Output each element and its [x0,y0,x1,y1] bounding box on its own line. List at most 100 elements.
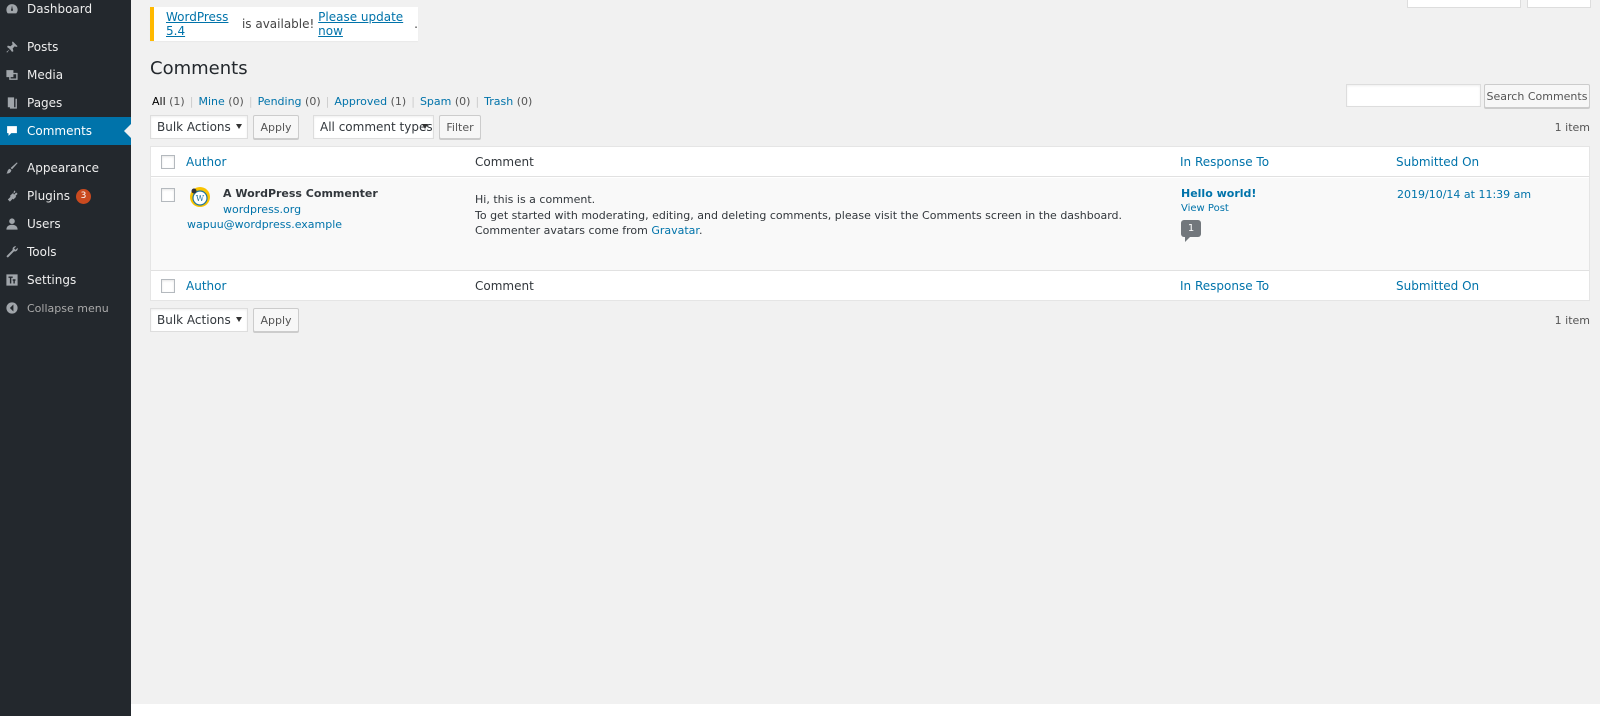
column-comment: Comment [475,155,534,169]
sidebar-item-label: Comments [27,124,93,138]
user-icon [5,217,19,231]
select-all-checkbox[interactable] [161,155,175,169]
sidebar-item-posts[interactable]: Posts [0,33,131,61]
sidebar-item-label: Dashboard [27,2,93,16]
collapse-icon [5,301,19,315]
column-author[interactable]: Author [186,155,226,169]
column-author[interactable]: Author [186,279,226,293]
plug-icon [5,189,19,203]
commenter-avatar: W [190,187,210,207]
sidebar-item-settings[interactable]: Settings [0,266,131,294]
sidebar-item-label: Collapse menu [27,301,109,315]
response-post-link[interactable]: Hello world! [1181,187,1256,200]
filter-count: (1) [169,95,185,108]
search-comments-input[interactable] [1346,84,1481,107]
sidebar-item-plugins[interactable]: Plugins 3 [0,182,131,210]
settings-icon [5,273,19,287]
filter-count: (0) [454,95,471,108]
column-in-response-to[interactable]: In Response To [1180,155,1269,169]
dashboard-icon [5,2,19,16]
wordpress-version-link[interactable]: WordPress 5.4 [166,10,238,38]
items-count-bottom: 1 item [1554,314,1590,327]
comment-type-select[interactable]: All comment types [313,115,434,139]
notice-text: is available! [238,17,319,31]
dropdown-arrow-icon [236,317,242,322]
table-footer: Author Comment In Response To Submitted … [151,270,1589,301]
comment-type-value: All comment types [320,120,433,134]
bulk-actions-value: Bulk Actions [157,120,231,134]
sidebar-item-appearance[interactable]: Appearance [0,154,131,182]
bulk-actions-select-bottom[interactable]: Bulk Actions [150,308,248,332]
filter-button[interactable]: Filter [439,115,481,139]
update-now-link[interactable]: Please update now [318,10,414,38]
filter-count: (0) [305,95,321,108]
dropdown-arrow-icon [422,124,428,129]
filter-separator: | [248,95,253,108]
svg-text:W: W [196,194,205,203]
apply-button-bottom[interactable]: Apply [253,308,299,332]
comment-text-segment: . [698,224,703,237]
author-url-link[interactable]: wordpress.org [223,203,301,216]
comment-icon [5,124,19,138]
apply-button-top[interactable]: Apply [253,115,299,139]
comment-line: Commenter avatars come from Gravatar. [475,224,702,237]
screen-options-button[interactable] [1407,0,1521,8]
search-comments-button[interactable]: Search Comments [1484,84,1590,108]
submitted-date-link[interactable]: 2019/10/14 at 11:39 am [1397,188,1531,201]
filter-separator: | [411,95,415,108]
help-button[interactable] [1527,0,1591,8]
sidebar-item-label: Media [27,68,64,82]
column-in-response-to[interactable]: In Response To [1180,279,1269,293]
dropdown-arrow-icon [236,124,242,129]
author-email-link[interactable]: wapuu@wordpress.example [187,218,342,231]
filter-spam[interactable]: Spam [420,95,451,108]
filter-all[interactable]: All [152,95,166,108]
items-count-top: 1 item [1554,121,1590,134]
media-icon [5,68,19,82]
sidebar-item-label: Tools [27,245,57,259]
admin-sidebar: Dashboard Posts Media Pages Comments App… [0,0,131,716]
comment-count-bubble[interactable]: 1 [1181,220,1201,242]
row-checkbox[interactable] [161,188,175,202]
filter-count: (1) [390,95,407,108]
sidebar-item-pages[interactable]: Pages [0,89,131,117]
footer-area [131,704,1600,716]
filter-mine[interactable]: Mine [198,95,224,108]
pin-icon [5,40,19,54]
table-header: Author Comment In Response To Submitted … [151,147,1589,177]
sidebar-item-comments[interactable]: Comments [0,117,131,145]
sidebar-item-media[interactable]: Media [0,61,131,89]
filter-approved[interactable]: Approved [334,95,387,108]
filter-count: (0) [516,95,533,108]
column-submitted-on[interactable]: Submitted On [1396,279,1479,293]
comment-text-segment: Commenter avatars come from [475,224,652,237]
collapse-menu-button[interactable]: Collapse menu [0,294,131,322]
column-comment: Comment [475,279,534,293]
plugin-updates-badge: 3 [75,188,91,204]
author-name: A WordPress Commenter [223,187,378,200]
filter-count: (0) [228,95,244,108]
filter-separator: | [475,95,480,108]
sidebar-item-tools[interactable]: Tools [0,238,131,266]
sidebar-item-label: Appearance [27,161,100,175]
select-all-checkbox-bottom[interactable] [161,279,175,293]
wrench-icon [5,245,19,259]
filter-separator: | [189,95,194,108]
sidebar-item-label: Settings [27,273,77,287]
page-title: Comments [150,58,248,79]
gravatar-link[interactable]: Gravatar [651,224,699,237]
comments-table: Author Comment In Response To Submitted … [150,146,1590,301]
column-submitted-on[interactable]: Submitted On [1396,155,1479,169]
sidebar-item-users[interactable]: Users [0,210,131,238]
filter-pending[interactable]: Pending [258,95,302,108]
filter-trash[interactable]: Trash [484,95,513,108]
bulk-actions-select-top[interactable]: Bulk Actions [150,115,248,139]
bulk-actions-value: Bulk Actions [157,313,231,327]
sidebar-item-dashboard[interactable]: Dashboard [0,0,131,23]
sidebar-item-label: Posts [27,40,59,54]
filter-separator: | [325,95,330,108]
sidebar-item-label: Pages [27,96,63,110]
update-notice: WordPress 5.4 is available! Please updat… [150,7,418,41]
view-post-link[interactable]: View Post [1181,203,1229,214]
table-row: W A WordPress Commenter wordpress.org wa… [151,178,1589,270]
